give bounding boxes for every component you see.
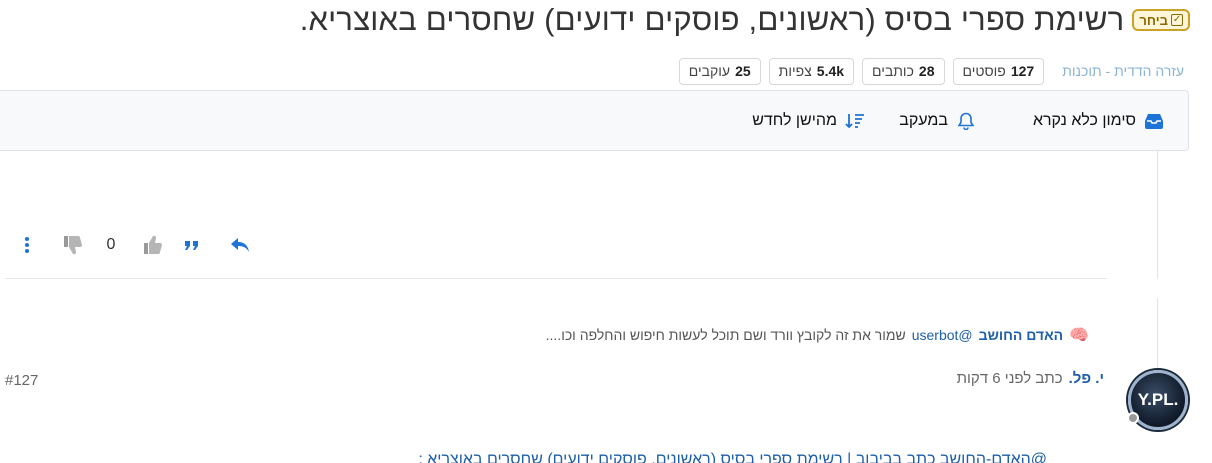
mark-unread-label: סימון כלא נקרא [1032,112,1136,129]
quote-link[interactable]: @האדם-החושב כתב בביבוב | רשימת ספרי בסיס… [418,451,1047,463]
solved-label: ביחר [1139,12,1168,28]
topic-title-row: ✓ ביחר רשימת ספרי בסיס (ראשונים, פוסקים … [300,0,1190,40]
mention-handle[interactable]: @userbot [912,327,973,343]
followers-count: 25 [735,63,751,79]
topic-toolbar: סימון כלא נקרא במעקב מהישן לחדש [0,90,1189,151]
thumbs-down-icon[interactable] [60,230,86,260]
bell-icon [956,111,976,131]
post-author[interactable]: י. פל. [1069,370,1104,387]
post-timestamp[interactable]: כתב לפני 6 דקות [957,370,1063,387]
inbox-icon [1144,111,1164,131]
category-link[interactable]: עזרה הדדית - תוכנות [1062,63,1184,79]
post-actions: 0 [20,230,252,260]
post-divider [5,278,1107,279]
mention-author[interactable]: האדם החושב [979,327,1063,343]
timeline-line [1157,151,1158,279]
reply-icon[interactable] [228,230,252,260]
followers-label: עוקבים [688,63,731,79]
mention-snippet[interactable]: שמור את זה לקובץ וורד ושם תוכל לעשות חיפ… [546,327,906,343]
solved-badge: ✓ ביחר [1132,9,1190,31]
sort-button[interactable]: מהישן לחדש [752,110,865,132]
followers-stat: 25 עוקבים [678,57,761,85]
brain-icon: 🧠 [1069,327,1089,344]
vote-count: 0 [106,236,116,253]
quote-icon[interactable] [182,230,202,260]
check-icon: ✓ [1171,14,1183,26]
mention-line: 🧠 האדם החושב @userbot שמור את זה לקובץ ו… [546,325,1089,345]
tracking-label: במעקב [899,112,948,129]
writers-label: כותבים [872,63,914,79]
posts-count: 127 [1010,63,1035,79]
topic-stats: עזרה הדדית - תוכנות 127 פוסטים 28 כותבים… [678,57,1184,85]
sort-label: מהישן לחדש [752,112,837,129]
thumbs-up-icon[interactable] [140,230,166,260]
posts-label: פוסטים [962,63,1006,79]
writers-stat: 28 כותבים [862,57,945,85]
views-label: צפיות [778,63,812,79]
post-number[interactable]: #127 [5,372,38,389]
mark-unread-button[interactable]: סימון כלא נקרא [1033,110,1164,132]
writers-count: 28 [918,63,935,79]
page-title: רשימת ספרי בסיס (ראשונים, פוסקים ידועים)… [299,2,1125,37]
more-options-icon[interactable] [20,230,34,260]
sort-icon [845,111,865,131]
post-header: י. פל. כתב לפני 6 דקות [957,370,1104,387]
posts-stat: 127 פוסטים [952,57,1045,85]
views-count: 5.4k [816,63,845,79]
timeline-line [1157,298,1158,368]
offline-status-icon [1127,412,1139,424]
avatar-text: Y.PL. [1137,390,1179,409]
views-stat: 5.4k צפיות [768,57,855,85]
tracking-button[interactable]: במעקב [899,110,976,132]
